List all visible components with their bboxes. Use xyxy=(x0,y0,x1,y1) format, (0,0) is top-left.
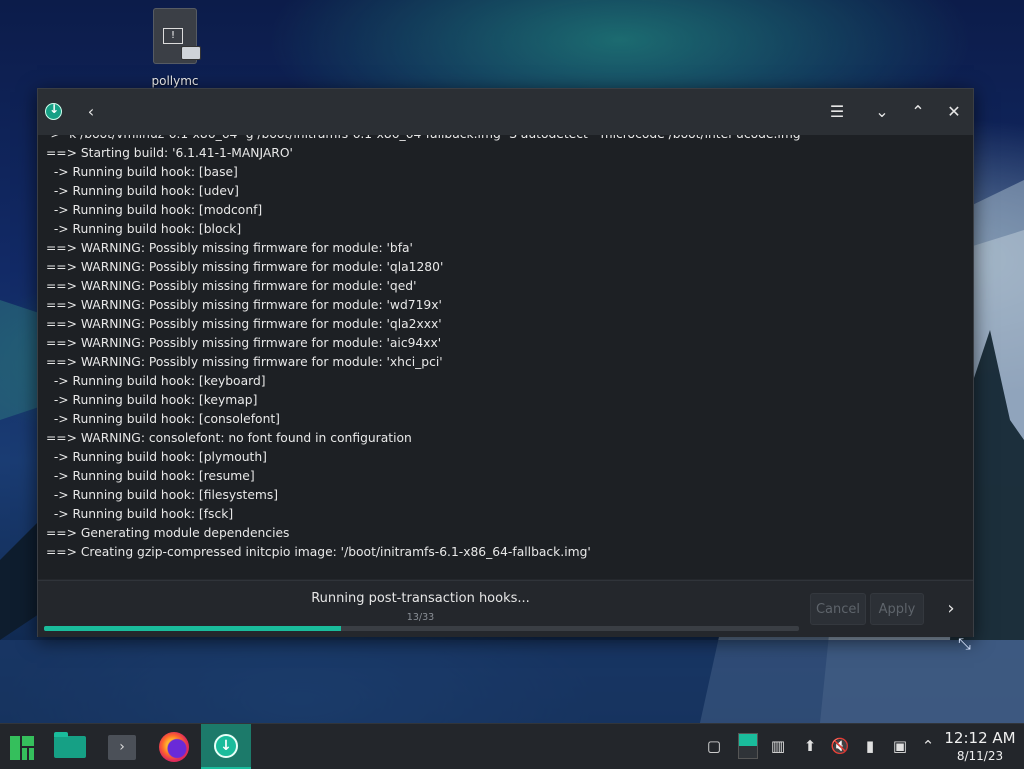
package-manager-task-icon: ↓ xyxy=(214,734,238,758)
window-titlebar[interactable]: ‹ ☰ ⌄ ⌃ ✕ xyxy=(38,89,973,135)
log-line: -> Running build hook: [modconf] xyxy=(46,203,263,217)
tray-expand-icon[interactable]: ⌃ xyxy=(918,736,938,756)
taskbar: › ↓ ▢ ▥ ⬆ 🔇 ▮ ▣ ⌃ 12:12 AM 8/11/23 xyxy=(0,723,1024,769)
maximize-button[interactable]: ⌃ xyxy=(907,101,929,123)
task-package-manager[interactable]: ↓ xyxy=(201,724,251,769)
usb-device-icon[interactable]: ▮ xyxy=(860,736,880,756)
package-manager-window: ‹ ☰ ⌄ ⌃ ✕ -> -k /boot/vmlinuz-6.1-x86_64… xyxy=(37,88,974,637)
log-line: -> Running build hook: [udev] xyxy=(46,184,239,198)
transaction-log[interactable]: -> -k /boot/vmlinuz-6.1-x86_64 -g /boot/… xyxy=(38,135,973,579)
log-line: ==> WARNING: consolefont: no font found … xyxy=(46,431,412,445)
desktop-icon-pollymc[interactable]: ! pollymc xyxy=(140,8,210,88)
log-line: -> Running build hook: [block] xyxy=(46,222,242,236)
virtual-desktop-pager-icon[interactable] xyxy=(738,733,758,759)
log-line: ==> Creating gzip-compressed initcpio im… xyxy=(46,545,591,559)
back-button[interactable]: ‹ xyxy=(80,101,102,123)
log-line: ==> WARNING: Possibly missing firmware f… xyxy=(46,241,413,255)
clock[interactable]: 12:12 AM 8/11/23 xyxy=(940,728,1020,764)
progress-fill xyxy=(44,626,342,631)
log-line: ==> WARNING: Possibly missing firmware f… xyxy=(46,279,417,293)
package-manager-icon xyxy=(45,102,62,120)
log-line: ==> Generating module dependencies xyxy=(46,526,290,540)
show-desktop-icon[interactable]: ▢ xyxy=(704,736,724,756)
details-next-button[interactable]: › xyxy=(940,596,962,622)
system-monitor-icon[interactable]: ▥ xyxy=(768,736,788,756)
apply-button[interactable]: Apply xyxy=(870,593,924,625)
log-line: ==> WARNING: Possibly missing firmware f… xyxy=(46,336,442,350)
cancel-button[interactable]: Cancel xyxy=(810,593,866,625)
log-line: ==> WARNING: Possibly missing firmware f… xyxy=(46,317,442,331)
log-line: -> Running build hook: [keyboard] xyxy=(46,374,266,388)
log-line: -> Running build hook: [keymap] xyxy=(46,393,258,407)
close-button[interactable]: ✕ xyxy=(943,101,965,123)
log-line: -> Running build hook: [consolefont] xyxy=(46,412,280,426)
log-line: -> Running build hook: [resume] xyxy=(46,469,255,483)
log-line: -> Running build hook: [filesystems] xyxy=(46,488,279,502)
log-line: ==> WARNING: Possibly missing firmware f… xyxy=(46,355,443,369)
log-line: -> -k /boot/vmlinuz-6.1-x86_64 -g /boot/… xyxy=(46,135,801,144)
executable-file-icon: ! xyxy=(153,8,201,64)
firefox-icon[interactable] xyxy=(159,732,189,762)
update-notifier-icon[interactable]: ⬆ xyxy=(800,736,820,756)
resize-cursor-icon: ⤡ xyxy=(958,634,971,653)
transaction-bar: Running post-transaction hooks... 13/33 … xyxy=(38,580,973,637)
desktop-icon-label: pollymc xyxy=(151,74,199,88)
progress-counter: 13/33 xyxy=(406,612,435,623)
network-icon[interactable]: ▣ xyxy=(890,736,910,756)
volume-muted-icon[interactable]: 🔇 xyxy=(830,736,850,756)
log-line: -> Running build hook: [base] xyxy=(46,165,238,179)
minimize-button[interactable]: ⌄ xyxy=(871,101,893,123)
clock-date: 8/11/23 xyxy=(956,749,1004,763)
menu-button[interactable]: ☰ xyxy=(826,101,848,123)
log-line: ==> Starting build: '6.1.41-1-MANJARO' xyxy=(46,146,293,160)
log-line: ==> WARNING: Possibly missing firmware f… xyxy=(46,298,442,312)
terminal-icon[interactable]: › xyxy=(108,735,136,760)
log-lines: -> -k /boot/vmlinuz-6.1-x86_64 -g /boot/… xyxy=(46,135,801,562)
progress-bar xyxy=(44,626,799,631)
app-launcher-manjaro-icon[interactable] xyxy=(10,736,34,760)
clock-time: 12:12 AM xyxy=(944,729,1016,747)
log-line: -> Running build hook: [fsck] xyxy=(46,507,234,521)
file-manager-icon[interactable] xyxy=(54,732,86,758)
status-text: Running post-transaction hooks... xyxy=(311,591,530,606)
log-line: ==> WARNING: Possibly missing firmware f… xyxy=(46,260,444,274)
log-line: -> Running build hook: [plymouth] xyxy=(46,450,267,464)
